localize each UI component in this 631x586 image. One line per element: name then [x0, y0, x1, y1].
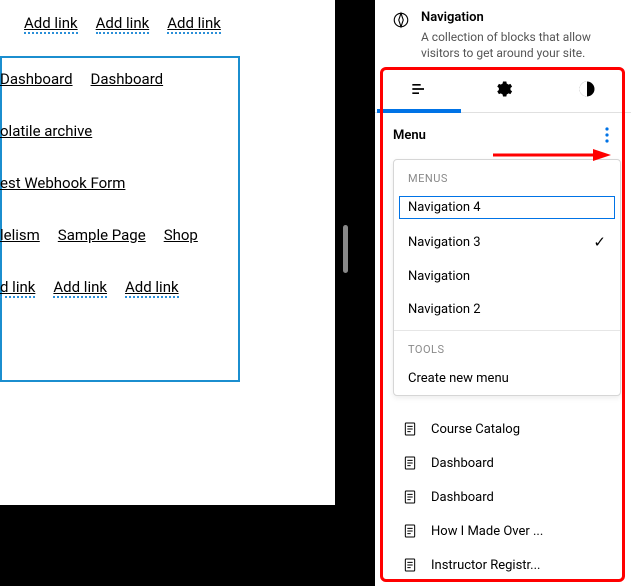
nav-item-label: How I Made Over ... [431, 524, 543, 539]
page-icon [401, 522, 419, 540]
block-description: A collection of blocks that allow visito… [421, 29, 623, 61]
block-title: Navigation [421, 10, 623, 25]
block-inspector: Navigation A collection of blocks that a… [375, 0, 631, 586]
inspector-tabs [375, 69, 631, 113]
nav-item-label: Instructor Registr... [431, 558, 540, 573]
list-item[interactable]: How I Made Over ... [397, 514, 623, 548]
menu-option-navigation-3[interactable]: Navigation 3 ✓ [394, 224, 620, 260]
dropdown-section-menus: MENUS [394, 160, 620, 191]
page-icon [401, 454, 419, 472]
navigation-block-icon [391, 10, 411, 30]
list-item[interactable]: Dashboard [397, 480, 623, 514]
page-icon [401, 488, 419, 506]
create-new-menu[interactable]: Create new menu [394, 362, 620, 395]
editor-canvas: Add link Add link Add link Dashboard Das… [0, 0, 335, 505]
menu-panel-title: Menu [393, 128, 426, 143]
menu-option-label: Create new menu [408, 371, 509, 386]
nav-link[interactable]: Dashboard [0, 70, 73, 88]
nav-add-link[interactable]: Add link [125, 278, 179, 298]
nav-link[interactable]: lelism [0, 226, 40, 244]
navigation-items-list: Course Catalog Dashboard Dashboard How I… [375, 406, 631, 582]
menu-option-label: Navigation 4 [408, 200, 481, 215]
list-item[interactable]: Instructor Registr... [397, 548, 623, 582]
menu-option-label: Navigation 2 [408, 302, 481, 317]
nav-link[interactable]: olatile archive [0, 122, 92, 140]
check-icon: ✓ [593, 233, 606, 251]
nav-add-link[interactable]: d link [0, 278, 35, 298]
dropdown-section-tools: TOOLS [394, 331, 620, 362]
list-item[interactable]: Course Catalog [397, 412, 623, 446]
scrollbar-thumb[interactable] [343, 225, 348, 273]
nav-add-link[interactable]: Add link [53, 278, 107, 298]
nav-link[interactable]: Dashboard [91, 70, 164, 88]
nav-item-label: Course Catalog [431, 422, 520, 437]
list-item[interactable]: Dashboard [397, 446, 623, 480]
menu-dropdown: MENUS Navigation 4 Navigation 3 ✓ Naviga… [393, 159, 621, 396]
tab-list-view[interactable] [377, 69, 461, 113]
nav-link[interactable]: Shop [164, 226, 198, 244]
page-icon [401, 420, 419, 438]
nav-item-label: Dashboard [431, 456, 494, 471]
nav-item-label: Dashboard [431, 490, 494, 505]
nav-add-link[interactable]: Add link [24, 14, 78, 34]
menu-option-navigation-4[interactable]: Navigation 4 [394, 191, 620, 224]
canvas-frame-side [335, 0, 375, 586]
nav-link[interactable]: Sample Page [58, 226, 146, 244]
menu-option-label: Navigation 3 [408, 235, 481, 250]
tab-settings[interactable] [461, 69, 545, 113]
menu-option-navigation[interactable]: Navigation [394, 260, 620, 293]
canvas-frame-bottom [0, 505, 375, 586]
page-icon [401, 556, 419, 574]
nav-add-link[interactable]: Add link [96, 14, 150, 34]
nav-link[interactable]: est Webhook Form [0, 174, 125, 192]
nav-add-link[interactable]: Add link [167, 14, 221, 34]
menu-option-label: Navigation [408, 269, 470, 284]
menu-options-button[interactable] [597, 125, 617, 145]
tab-styles[interactable] [545, 69, 629, 113]
menu-option-navigation-2[interactable]: Navigation 2 [394, 293, 620, 326]
